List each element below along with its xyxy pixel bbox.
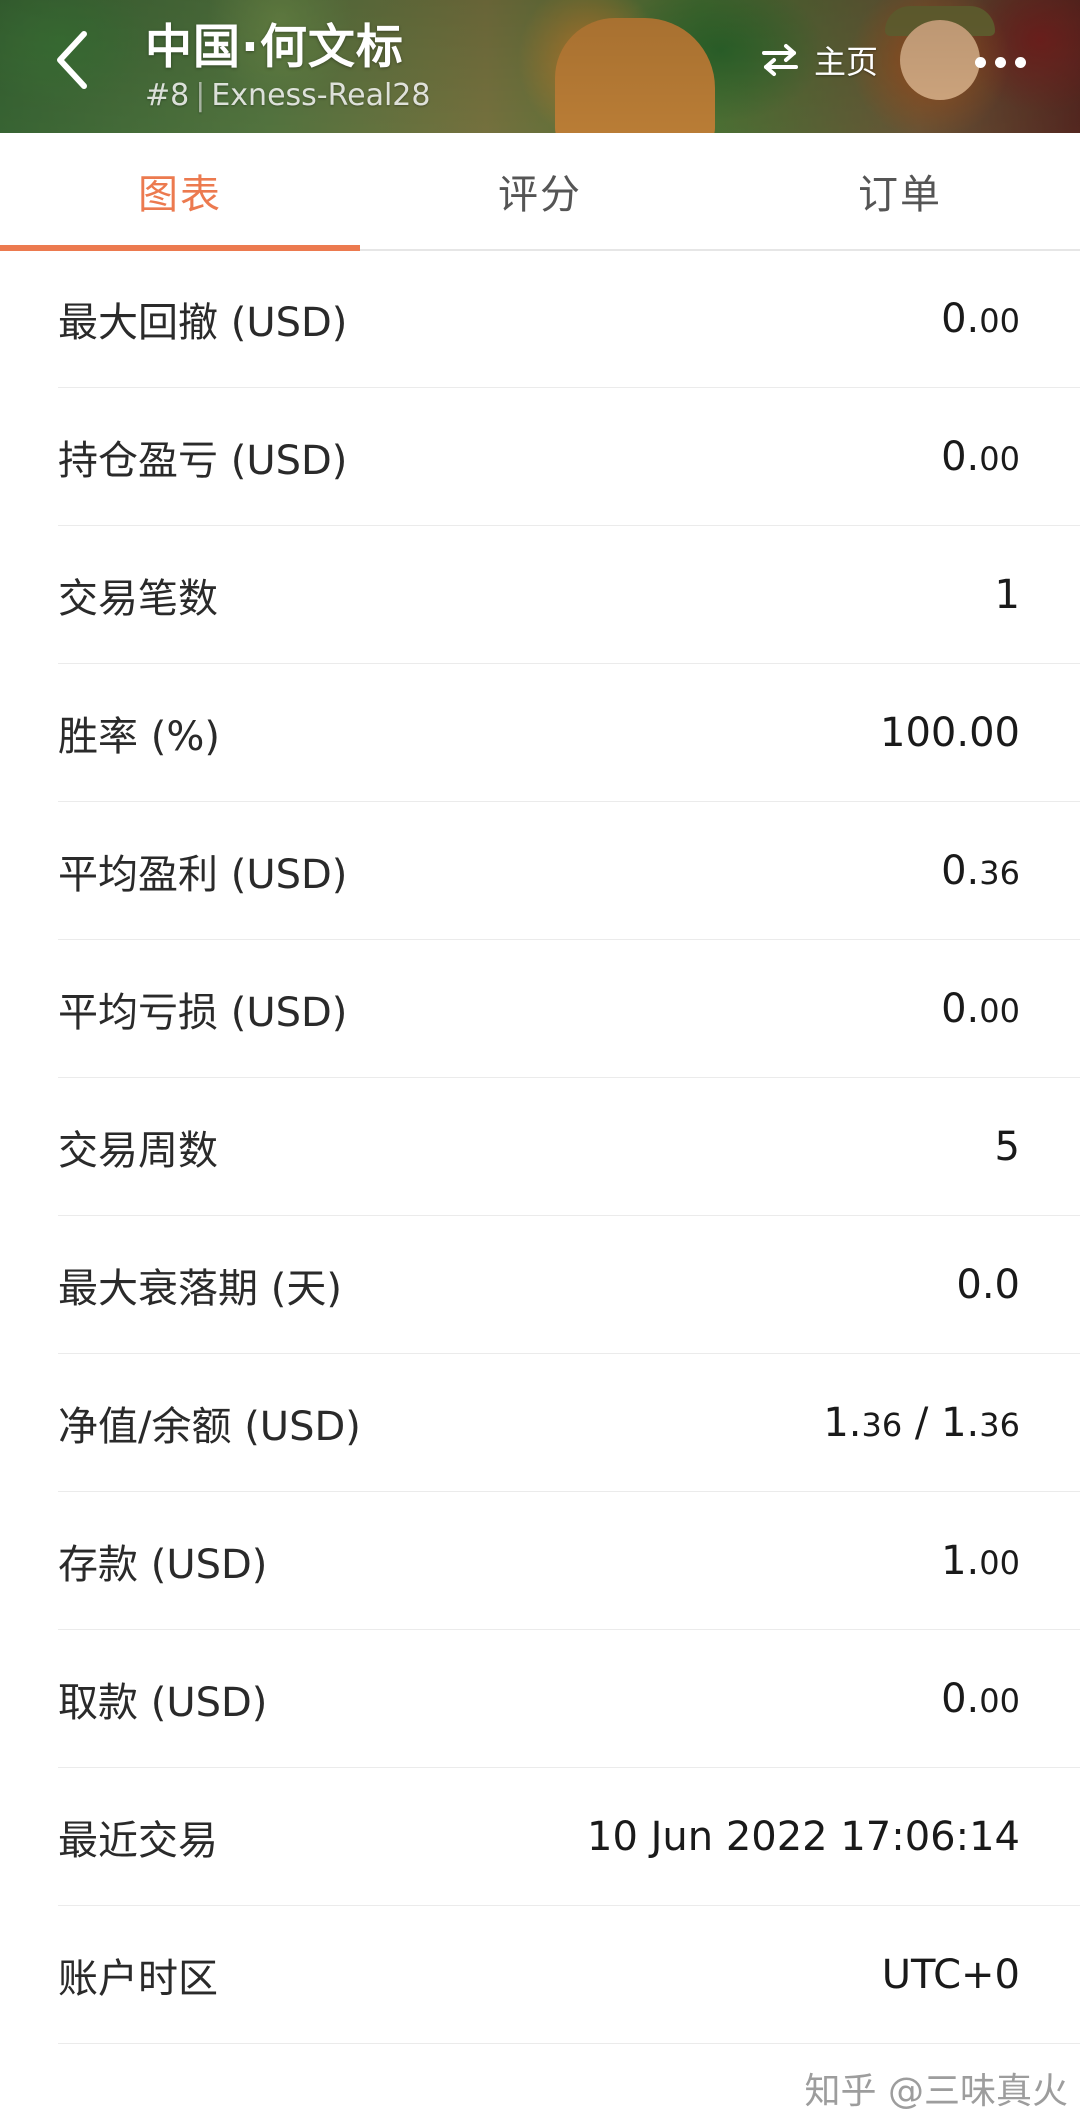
- stat-value-decimals-secondary: 36: [979, 1405, 1020, 1444]
- stat-label: 最大衰落期 (天): [58, 1265, 342, 1312]
- account-name: Exness-Real28: [211, 78, 431, 113]
- page-title: 中国·何文标: [145, 20, 404, 75]
- stat-value-main: 5: [994, 1123, 1020, 1170]
- stat-row-last-trade: 最近交易 10 Jun 2022 17:06:14: [58, 1768, 1080, 1906]
- stat-value-decimals: 00: [979, 1681, 1020, 1720]
- stat-label: 净值/余额 (USD): [58, 1403, 361, 1450]
- stat-label: 最近交易: [58, 1817, 218, 1864]
- stat-value: 0.36: [941, 848, 1020, 894]
- stat-value: 0.00: [941, 296, 1020, 342]
- stat-value-main-secondary: / 1.: [902, 1399, 980, 1446]
- tab-rating[interactable]: 评分: [360, 133, 720, 249]
- more-dot: [1014, 56, 1026, 68]
- more-button[interactable]: [960, 36, 1040, 88]
- account-subtitle: #8 | Exness-Real28: [145, 78, 430, 113]
- stat-value-main: UTC+0: [881, 1951, 1020, 1998]
- stat-value: 0.0: [956, 1262, 1020, 1308]
- stat-value: 100.00: [880, 710, 1020, 756]
- stat-label: 平均盈利 (USD): [58, 851, 348, 898]
- stat-value: 1.00: [941, 1538, 1020, 1584]
- stat-value-decimals: 00: [979, 439, 1020, 478]
- tab-orders[interactable]: 订单: [720, 133, 1080, 249]
- stat-label: 交易笔数: [58, 575, 218, 622]
- rank-label: #8: [145, 78, 190, 113]
- stat-value: 1: [995, 572, 1020, 618]
- stat-value: 5: [995, 1124, 1020, 1170]
- stat-row-equity-balance: 净值/余额 (USD) 1.36 / 1.36: [58, 1354, 1080, 1492]
- stat-row-account-timezone: 账户时区 UTC+0: [58, 1906, 1080, 2044]
- stat-value-main: 0.: [941, 433, 980, 480]
- stat-value-main: 0.: [941, 295, 980, 342]
- stat-value-main: 1.: [823, 1399, 862, 1446]
- stat-value-main: 0.: [941, 985, 980, 1032]
- stat-value: 1.36 / 1.36: [823, 1400, 1020, 1446]
- stat-value-main: 10 Jun 2022 17:06:14: [587, 1813, 1020, 1860]
- stat-label: 取款 (USD): [58, 1679, 268, 1726]
- stat-label: 持仓盈亏 (USD): [58, 437, 348, 484]
- stat-row-trading-weeks: 交易周数 5: [58, 1078, 1080, 1216]
- stat-value-decimals: 36: [861, 1405, 903, 1444]
- more-dot: [994, 56, 1006, 68]
- stat-label: 胜率 (%): [58, 713, 220, 760]
- more-dots-icon: [974, 56, 986, 68]
- stat-value-decimals: 00: [979, 991, 1020, 1030]
- stat-row-withdrawal: 取款 (USD) 0.00: [58, 1630, 1080, 1768]
- stat-row-deposit: 存款 (USD) 1.00: [58, 1492, 1080, 1630]
- stat-row-trade-count: 交易笔数 1: [58, 526, 1080, 664]
- stat-row-win-rate: 胜率 (%) 100.00: [58, 664, 1080, 802]
- home-label: 主页: [814, 43, 879, 81]
- stat-value: 0.00: [941, 986, 1020, 1032]
- tab-bar: 图表 评分 订单: [0, 133, 1080, 251]
- watermark: 知乎 @三味真火: [804, 2071, 1068, 2112]
- stat-label: 最大回撤 (USD): [58, 299, 348, 346]
- stat-label: 账户时区: [58, 1955, 218, 2002]
- stat-value: 10 Jun 2022 17:06:14: [587, 1814, 1020, 1860]
- stat-value-main: 0.: [941, 847, 980, 894]
- stat-value-main: 1: [994, 571, 1020, 618]
- stat-value-decimals: 00: [979, 301, 1020, 340]
- stat-label: 存款 (USD): [58, 1541, 268, 1588]
- back-button[interactable]: [40, 20, 104, 100]
- stat-row-floating-pnl: 持仓盈亏 (USD) 0.00: [58, 388, 1080, 526]
- stat-label: 交易周数: [58, 1127, 218, 1174]
- stat-value-decimals: 36: [979, 853, 1020, 892]
- tab-chart[interactable]: 图表: [0, 133, 360, 251]
- swap-arrows-icon: [760, 43, 800, 77]
- chevron-left-icon: [57, 31, 87, 89]
- stat-row-max-drawdown: 最大回撤 (USD) 0.00: [58, 250, 1080, 388]
- stats-list: 最大回撤 (USD) 0.00 持仓盈亏 (USD) 0.00 交易笔数 1 胜…: [58, 250, 1080, 2044]
- stat-label: 平均亏损 (USD): [58, 989, 348, 1036]
- stat-value: 0.00: [941, 1676, 1020, 1722]
- home-button[interactable]: 主页: [760, 34, 878, 86]
- stat-row-avg-profit: 平均盈利 (USD) 0.36: [58, 802, 1080, 940]
- stat-row-max-decline-period: 最大衰落期 (天) 0.0: [58, 1216, 1080, 1354]
- stat-value: UTC+0: [882, 1952, 1020, 1998]
- stat-value-main: 1.: [941, 1537, 980, 1584]
- subtitle-divider: |: [195, 78, 206, 113]
- stat-value-main: 0.0: [956, 1261, 1020, 1308]
- stat-value: 0.00: [941, 434, 1020, 480]
- stat-value-decimals: 00: [979, 1543, 1020, 1582]
- stat-value-main: 100.00: [880, 709, 1020, 756]
- stat-row-avg-loss: 平均亏损 (USD) 0.00: [58, 940, 1080, 1078]
- stat-value-main: 0.: [941, 1675, 980, 1722]
- header-banner: 中国·何文标 #8 | Exness-Real28 主页: [0, 0, 1080, 133]
